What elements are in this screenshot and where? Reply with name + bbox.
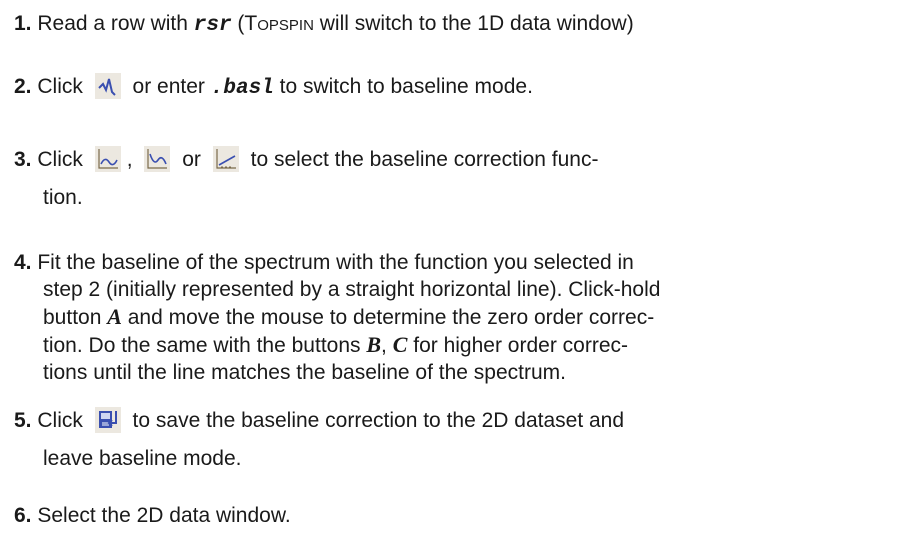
step-text: button [43,306,108,329]
step-number: 4. [14,251,32,274]
step-line: 5. Click to save the baseline correction… [14,407,891,434]
baseline-mode-icon[interactable] [94,73,121,99]
step-number: 3. [14,148,32,171]
step-number: 5. [14,409,32,432]
save-return-icon[interactable] [94,407,121,433]
sine-baseline-icon[interactable] [212,146,239,172]
step-1: 1. Read a row with rsr (TOPSPIN will swi… [14,10,891,39]
step-text: to save the baseline correction to the 2… [132,409,625,432]
step-line: tion. Do the same with the buttons B, C … [14,331,891,359]
step-text: (T [231,12,258,35]
step-text: to select the baseline correction func- [250,148,599,171]
step-line: step 2 (initially represented by a strai… [43,278,661,301]
button-b-label: B [366,332,382,357]
step-text: Click [37,148,83,171]
step-3: 3. Click , or to select the baseline cor… [14,146,891,211]
button-c-label: C [392,332,408,357]
separator: , [126,148,133,171]
step-line: 4. Fit the baseline of the spectrum with… [14,249,891,276]
step-4: 4. Fit the baseline of the spectrum with… [14,249,891,386]
step-line: tion. [43,186,83,209]
step-line: leave baseline mode. [43,447,242,470]
step-text: Click [37,409,83,432]
step-text: and move the mouse to determine the zero… [121,306,655,329]
polynomial-baseline-icon[interactable] [94,146,121,172]
step-text: or enter [132,75,211,98]
separator: or [182,148,201,171]
step-text: will switch to the 1D data window) [313,12,634,35]
step-text: Fit the baseline of the spectrum with th… [37,251,634,274]
button-a-label: A [107,304,122,329]
step-text: for higher order correc- [407,334,628,357]
separator: , [381,334,393,357]
step-text: to switch to baseline mode. [273,75,533,98]
step-number: 6. [14,504,32,527]
step-number: 2. [14,75,32,98]
step-5: 5. Click to save the baseline correction… [14,407,891,472]
step-line: 3. Click , or to select the baseline cor… [14,146,891,173]
step-text: Read a row with [37,12,194,35]
step-2: 2. Click or enter .basl to switch to bas… [14,73,891,102]
topspin-smallcaps: OPSPIN [257,17,314,34]
step-6: 6. Select the 2D data window. [14,502,891,529]
step-number: 1. [14,12,32,35]
step-text: tion. Do the same with the buttons [43,334,367,357]
exponential-baseline-icon[interactable] [144,146,171,172]
command-basl: .basl [210,77,274,100]
step-text: Click [37,75,83,98]
step-text: Select the 2D data window. [37,504,291,527]
command-rsr: rsr [193,14,232,37]
step-line: button A and move the mouse to determine… [14,303,891,331]
step-line: tions until the line matches the baselin… [43,361,566,384]
